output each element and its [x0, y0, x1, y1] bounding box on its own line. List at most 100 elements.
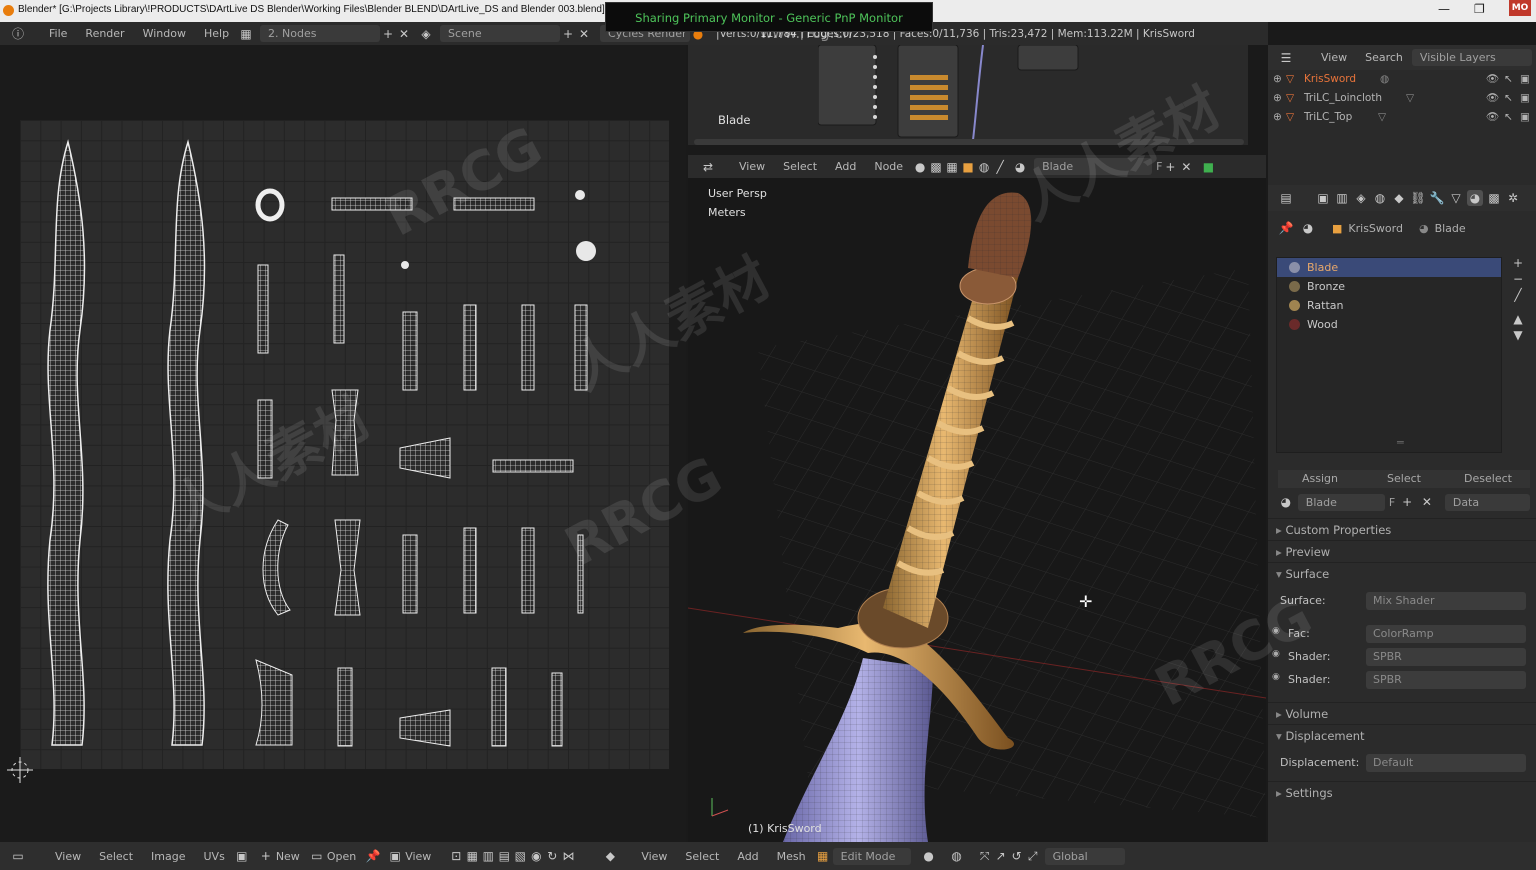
uv-islands[interactable]: [20, 120, 669, 769]
add-slot-icon[interactable]: +: [1510, 255, 1526, 271]
browse-material-icon[interactable]: ◕: [1278, 494, 1294, 510]
expand-icon[interactable]: ⊕: [1273, 108, 1282, 127]
panel-surface[interactable]: ▾ Surface: [1268, 562, 1536, 584]
render-camera-icon[interactable]: ▣: [1520, 89, 1530, 108]
maximize-button[interactable]: ❐: [1474, 2, 1485, 16]
material-slot-bronze[interactable]: Bronze: [1277, 277, 1501, 296]
manipulator-icon[interactable]: ⤧: [977, 848, 993, 864]
node-editor-scrollbar[interactable]: [694, 139, 1244, 145]
visibility-eye-icon[interactable]: 👁: [1486, 70, 1499, 89]
vp-menu-view[interactable]: View: [632, 850, 676, 863]
move-slot-down-icon[interactable]: ▼: [1510, 327, 1526, 343]
use-nodes-checkbox-icon[interactable]: ■: [1200, 159, 1216, 175]
3d-cursor-icon[interactable]: ✛: [1079, 592, 1092, 611]
panel-settings[interactable]: ▸ Settings: [1268, 781, 1536, 803]
uv-view-mode-select[interactable]: View: [403, 850, 440, 863]
pin-image-icon[interactable]: 📌: [365, 848, 381, 864]
viewport-shading-icon[interactable]: ●: [921, 848, 937, 864]
open-folder-icon[interactable]: ▭: [309, 848, 325, 864]
particles-tab-icon[interactable]: ✲: [1505, 190, 1521, 206]
shader2-input-select[interactable]: SPBR: [1366, 671, 1526, 689]
outliner-menu-search[interactable]: Search: [1356, 51, 1412, 64]
expand-icon[interactable]: ⊕: [1273, 89, 1282, 108]
screen-layout-field[interactable]: 2. Nodes: [260, 25, 381, 42]
render-camera-icon[interactable]: ▣: [1520, 70, 1530, 89]
uv-menu-image[interactable]: Image: [142, 850, 194, 863]
material-link-select[interactable]: Data: [1444, 493, 1530, 511]
node-editor-type-icon[interactable]: ⇄: [700, 159, 716, 175]
uv-face-select-icon[interactable]: ▤: [496, 848, 512, 864]
render-tab-icon[interactable]: ▣: [1315, 190, 1331, 206]
info-editor-icon[interactable]: ⓘ: [10, 26, 26, 42]
selectable-cursor-icon[interactable]: ↖: [1504, 89, 1513, 108]
outliner-menu-view[interactable]: View: [1312, 51, 1356, 64]
proportional-edit-icon[interactable]: ↻: [544, 848, 560, 864]
surface-shader-select[interactable]: Mix Shader: [1366, 592, 1526, 610]
panel-custom-properties[interactable]: ▸ Custom Properties: [1268, 518, 1536, 540]
image-browse-icon[interactable]: ▣: [234, 848, 250, 864]
remove-scene-icon[interactable]: ✕: [576, 26, 592, 42]
snap-icon[interactable]: ⋈: [560, 848, 576, 864]
uv-menu-select[interactable]: Select: [90, 850, 142, 863]
node-graph-preview[interactable]: [818, 45, 1118, 140]
uv-menu-view[interactable]: View: [46, 850, 90, 863]
modifiers-tab-icon[interactable]: 🔧: [1429, 190, 1445, 206]
visibility-eye-icon[interactable]: 👁: [1486, 89, 1499, 108]
assign-button[interactable]: Assign: [1278, 470, 1362, 488]
object-shader-icon[interactable]: ■: [960, 159, 976, 175]
material-slot-rattan[interactable]: Rattan: [1277, 296, 1501, 315]
uv-2d-cursor-icon[interactable]: [5, 755, 35, 785]
material-slots-list[interactable]: Blade Bronze Rattan Wood ═: [1276, 257, 1502, 453]
transform-orientation-select[interactable]: Global: [1044, 847, 1125, 865]
shader1-input-select[interactable]: SPBR: [1366, 648, 1526, 666]
displacement-select[interactable]: Default: [1366, 754, 1526, 772]
socket-link-icon[interactable]: ◉: [1272, 626, 1280, 636]
slot-specials-icon[interactable]: ╱: [1510, 287, 1526, 303]
uv-image-editor[interactable]: [0, 45, 686, 842]
socket-link-icon[interactable]: ◉: [1272, 672, 1280, 682]
socket-link-icon[interactable]: ◉: [1272, 649, 1280, 659]
selectable-cursor-icon[interactable]: ↖: [1504, 108, 1513, 127]
remove-layout-icon[interactable]: ✕: [396, 26, 412, 42]
texture-tab-icon[interactable]: ▩: [1486, 190, 1502, 206]
pivot-icon[interactable]: ◉: [528, 848, 544, 864]
scale-manipulator-icon[interactable]: ⤢: [1025, 848, 1041, 864]
open-image-button[interactable]: Open: [325, 850, 365, 863]
material-slot-wood[interactable]: Wood: [1277, 315, 1501, 334]
render-camera-icon[interactable]: ▣: [1520, 108, 1530, 127]
node-menu-select[interactable]: Select: [774, 160, 826, 173]
node-editor[interactable]: Blade: [688, 45, 1248, 145]
outliner-type-icon[interactable]: ☰: [1278, 50, 1294, 66]
node-material-field[interactable]: Blade: [1034, 158, 1153, 175]
node-menu-node[interactable]: Node: [865, 160, 912, 173]
properties-type-icon[interactable]: ▤: [1278, 190, 1294, 206]
remove-slot-icon[interactable]: −: [1510, 271, 1526, 287]
list-resize-handle-icon[interactable]: ═: [1397, 436, 1404, 449]
outliner-item-loincloth[interactable]: ⊕ ▽ TriLC_Loincloth ▽ 👁 ↖ ▣: [1268, 89, 1536, 108]
uv-menu-uvs[interactable]: UVs: [195, 850, 234, 863]
new-material-icon[interactable]: +: [1399, 494, 1415, 510]
compositing-type-icon[interactable]: ▦: [944, 159, 960, 175]
menu-render[interactable]: Render: [76, 27, 133, 40]
uv-edge-select-icon[interactable]: ▥: [480, 848, 496, 864]
vp-menu-add[interactable]: Add: [728, 850, 767, 863]
new-image-button[interactable]: New: [274, 850, 309, 863]
interaction-mode-select[interactable]: Edit Mode: [832, 847, 911, 865]
panel-preview[interactable]: ▸ Preview: [1268, 540, 1536, 562]
unlink-material-icon[interactable]: ✕: [1419, 494, 1435, 510]
layers-tab-icon[interactable]: ▥: [1334, 190, 1350, 206]
minimize-button[interactable]: —: [1438, 2, 1450, 16]
add-scene-icon[interactable]: +: [560, 26, 576, 42]
vp-menu-select[interactable]: Select: [676, 850, 728, 863]
shader-type-icon[interactable]: ●: [912, 159, 928, 175]
expand-icon[interactable]: ⊕: [1273, 70, 1282, 89]
uv-sync-icon[interactable]: ⊡: [448, 848, 464, 864]
translate-manipulator-icon[interactable]: ↗: [993, 848, 1009, 864]
viewport-scene[interactable]: [688, 178, 1266, 842]
outliner-item-krissword[interactable]: ⊕ ▽ KrisSword ◍ 👁 ↖ ▣: [1268, 70, 1536, 89]
pin-icon[interactable]: 📌: [1278, 220, 1294, 236]
constraints-tab-icon[interactable]: ⛓: [1410, 190, 1426, 206]
panel-displacement[interactable]: ▾ Displacement: [1268, 724, 1536, 746]
material-name-field[interactable]: Blade: [1297, 493, 1385, 511]
move-slot-up-icon[interactable]: ▲: [1510, 311, 1526, 327]
